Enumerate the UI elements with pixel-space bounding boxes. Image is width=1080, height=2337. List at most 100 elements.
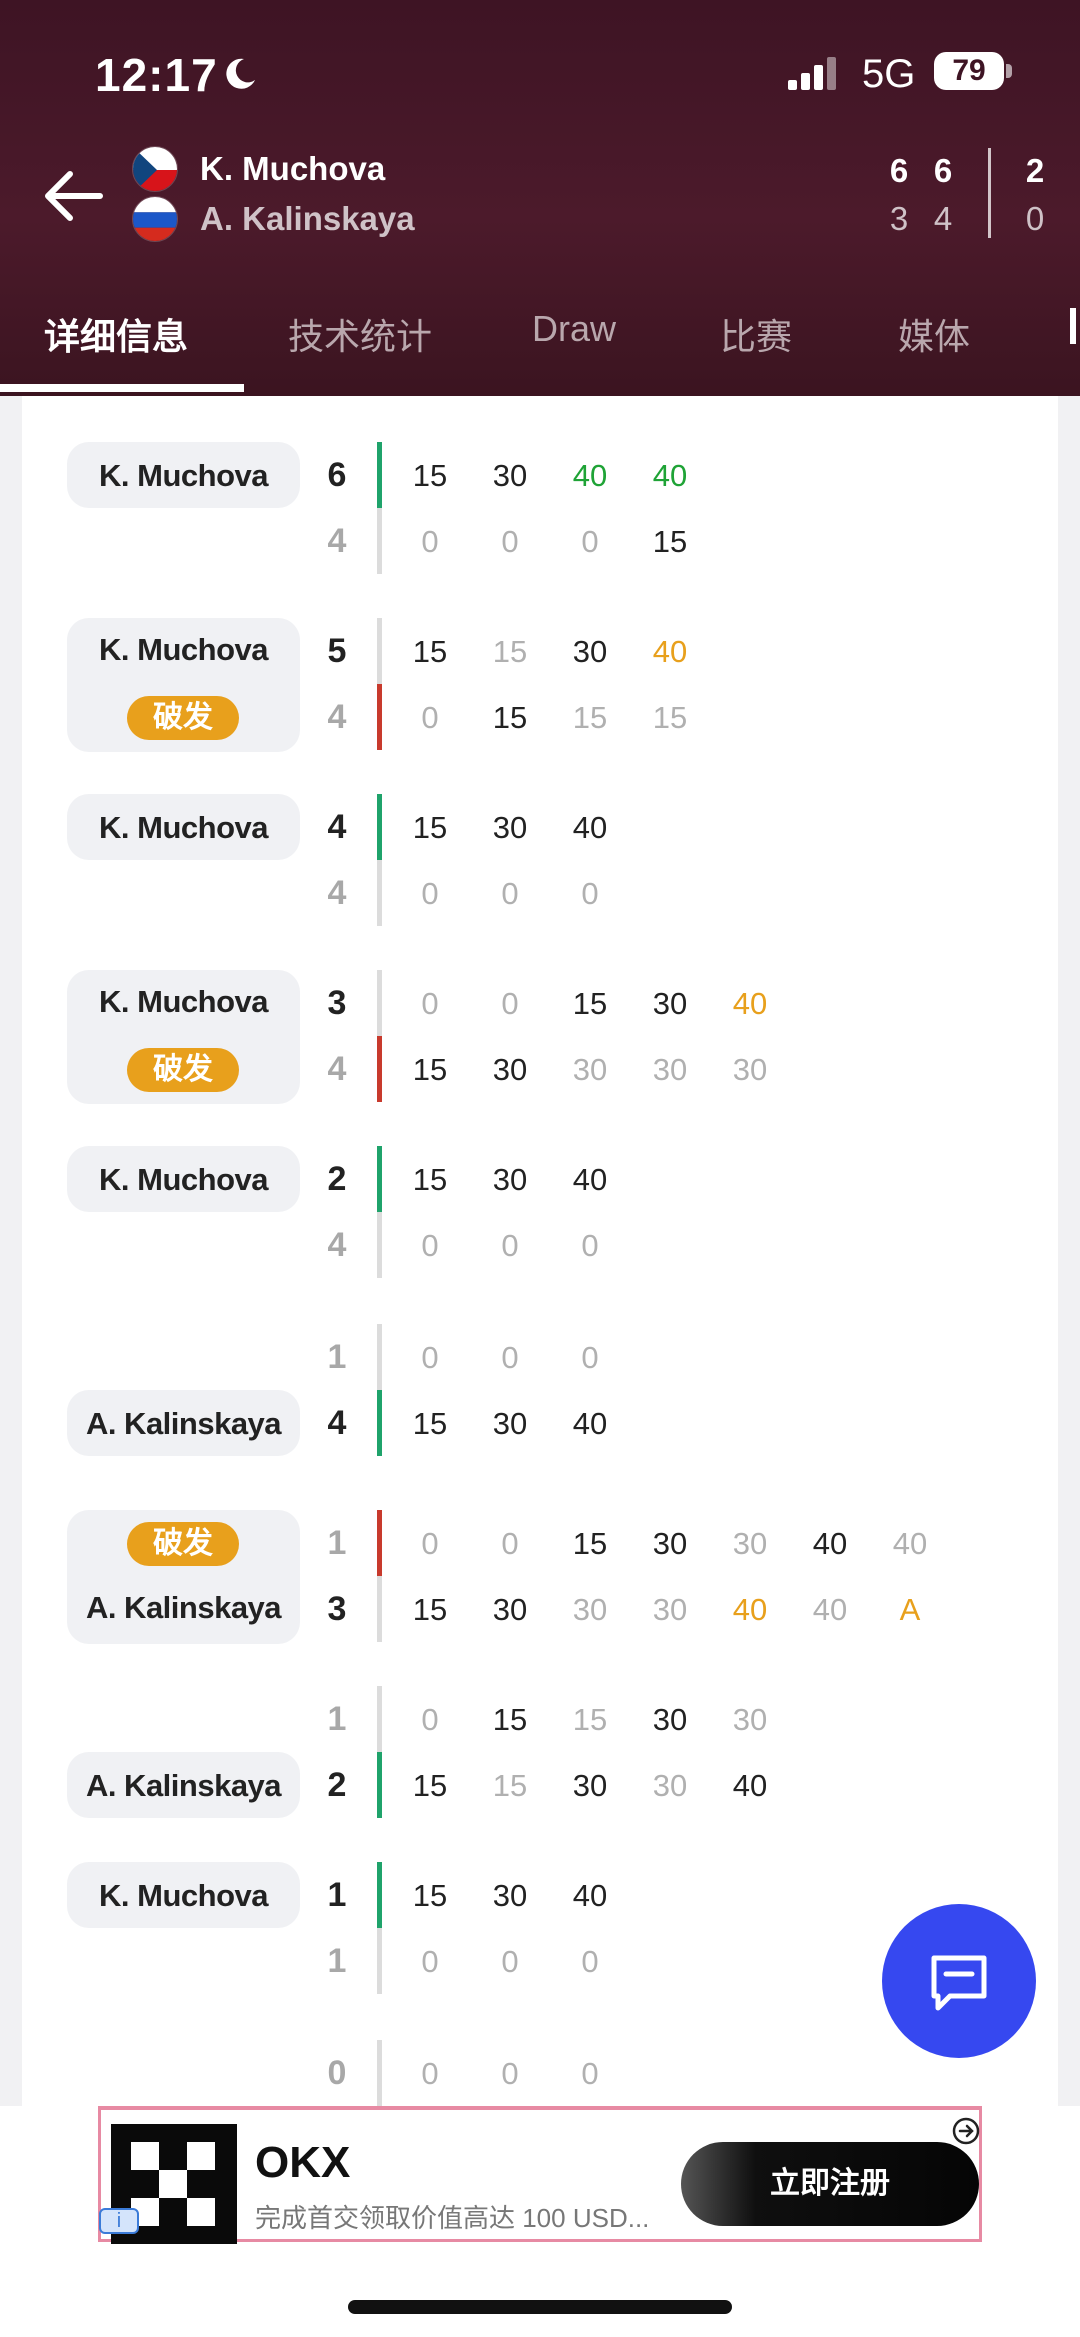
point-score: 0	[421, 1228, 439, 1263]
point-score: 40	[572, 810, 608, 845]
point-score: 15	[412, 1768, 448, 1803]
bottom-game-score: 4	[327, 1404, 347, 1442]
point-score: 15	[492, 700, 528, 735]
point-score: 0	[421, 524, 439, 559]
point-score: 15	[572, 700, 608, 735]
server-indicator-bar	[377, 1212, 382, 1278]
game-row[interactable]: K. Muchova 破发 5 15 15 30 40 4 0 15 15 15	[22, 618, 1058, 758]
point-by-point-list[interactable]: K. Muchova 6 15 30 40 40 4 0 0 0 15 K. Muchova 破发 5 15…	[22, 396, 1058, 2106]
point-score: 40	[732, 1592, 768, 1627]
bottom-game-score: 4	[327, 1050, 347, 1088]
game-row[interactable]: 破发 A. Kalinskaya 1 0 0 15 30 30 40 40 3 15 30 30 30 40 4…	[22, 1510, 1058, 1650]
tab-stats[interactable]: 技术统计	[288, 308, 432, 360]
server-pill[interactable]: K. Muchova	[67, 794, 300, 860]
server-indicator-bar	[377, 1036, 382, 1102]
point-score: 40	[572, 1406, 608, 1441]
break-badge: 破发	[127, 1522, 239, 1566]
server-indicator-bar	[377, 442, 382, 508]
server-pill[interactable]: K. Muchova	[67, 442, 300, 508]
game-row[interactable]: K. Muchova 4 15 30 40 4 0 0 0	[22, 794, 1058, 934]
server-pill[interactable]: K. Muchova	[67, 1146, 300, 1212]
point-score: 15	[572, 986, 608, 1021]
point-score: 30	[652, 986, 688, 1021]
point-score: 15	[412, 1878, 448, 1913]
point-score: 30	[652, 1052, 688, 1087]
arrow-right-circle-icon[interactable]	[951, 2116, 981, 2146]
czech-flag-icon	[132, 146, 178, 192]
server-indicator-bar	[377, 794, 382, 860]
server-pill[interactable]: A. Kalinskaya	[67, 1390, 300, 1456]
server-indicator-bar	[377, 1510, 382, 1576]
point-score: 0	[421, 1702, 439, 1737]
ad-banner[interactable]: OKX 完成首交领取价值高达 100 USD... 立即注册 i	[98, 2106, 982, 2244]
point-score: 30	[492, 458, 528, 493]
top-game-score: 0	[327, 2054, 347, 2092]
game-row[interactable]: K. Muchova 2 15 30 40 4 0 0 0	[22, 1146, 1058, 1286]
point-score: 30	[732, 1052, 768, 1087]
top-game-score: 1	[327, 1876, 347, 1914]
point-score: 0	[421, 986, 439, 1021]
server-indicator-bar	[377, 1324, 382, 1390]
point-score: 15	[652, 524, 688, 559]
ad-register-button[interactable]: 立即注册	[681, 2142, 979, 2226]
back-arrow-icon[interactable]	[40, 166, 104, 226]
moon-icon	[226, 58, 255, 89]
info-icon[interactable]: i	[99, 2208, 139, 2234]
server-name: K. Muchova	[99, 632, 268, 667]
player2-name[interactable]: A. Kalinskaya	[200, 200, 415, 238]
point-score: 15	[412, 1052, 448, 1087]
tab-media[interactable]: 媒体	[898, 308, 970, 360]
point-score: 30	[492, 1052, 528, 1087]
point-score: 15	[412, 1592, 448, 1627]
game-row[interactable]: K. Muchova 破发 3 0 0 15 30 40 4 15 30 30 30 30	[22, 970, 1058, 1110]
point-score: 30	[572, 1052, 608, 1087]
ad-subtitle: 完成首交领取价值高达 100 USD...	[255, 2203, 650, 2233]
point-score: 40	[572, 1878, 608, 1913]
tab-draw[interactable]: Draw	[532, 308, 616, 350]
server-indicator-bar	[377, 1752, 382, 1818]
server-name: K. Muchova	[99, 984, 268, 1019]
point-score: 0	[501, 2056, 519, 2091]
server-pill[interactable]: K. Muchova 破发	[67, 970, 300, 1104]
match-header: 12:17 5G 79 K. Muchova A. Kalinskaya 6 6…	[0, 0, 1080, 396]
server-indicator-bar	[377, 2040, 382, 2106]
player1-name[interactable]: K. Muchova	[200, 150, 385, 188]
server-name: K. Muchova	[99, 1878, 268, 1913]
top-game-score: 1	[327, 1524, 347, 1562]
game-row[interactable]: A. Kalinskaya 1 0 15 15 30 30 2 15 15 30 30 40	[22, 1686, 1058, 1826]
server-name: K. Muchova	[99, 458, 268, 493]
point-score: 0	[581, 1340, 599, 1375]
point-score: 15	[412, 458, 448, 493]
point-score: 0	[501, 1944, 519, 1979]
server-pill[interactable]: 破发 A. Kalinskaya	[67, 1510, 300, 1644]
game-row[interactable]: A. Kalinskaya 1 0 0 0 4 15 30 40	[22, 1324, 1058, 1464]
point-score: 0	[501, 986, 519, 1021]
point-score: 40	[572, 1162, 608, 1197]
status-bar: 12:17 5G 79	[0, 42, 1080, 102]
server-name: K. Muchova	[99, 1162, 268, 1197]
home-indicator	[348, 2300, 732, 2314]
tab-overflow-indicator	[1070, 308, 1076, 344]
point-score: 30	[652, 1526, 688, 1561]
server-name: A. Kalinskaya	[85, 1406, 282, 1441]
top-game-score: 6	[327, 456, 347, 494]
point-score: 0	[501, 1340, 519, 1375]
server-pill[interactable]: K. Muchova 破发	[67, 618, 300, 752]
point-score: 30	[652, 1702, 688, 1737]
server-pill[interactable]: A. Kalinskaya	[67, 1752, 300, 1818]
server-indicator-bar	[377, 1146, 382, 1212]
top-game-score: 1	[327, 1700, 347, 1738]
point-score: 15	[492, 1768, 528, 1803]
tab-details[interactable]: 详细信息	[44, 308, 188, 360]
server-pill[interactable]: K. Muchova	[67, 1862, 300, 1928]
chat-button[interactable]	[882, 1904, 1036, 2058]
server-indicator-bar	[377, 508, 382, 574]
point-score: 0	[501, 876, 519, 911]
bottom-game-score: 4	[327, 874, 347, 912]
point-score: 15	[412, 634, 448, 669]
game-row[interactable]: K. Muchova 6 15 30 40 40 4 0 0 0 15	[22, 442, 1058, 582]
server-indicator-bar	[377, 618, 382, 684]
point-score: 30	[572, 634, 608, 669]
point-score: 30	[572, 1592, 608, 1627]
tab-matches[interactable]: 比赛	[720, 308, 792, 360]
